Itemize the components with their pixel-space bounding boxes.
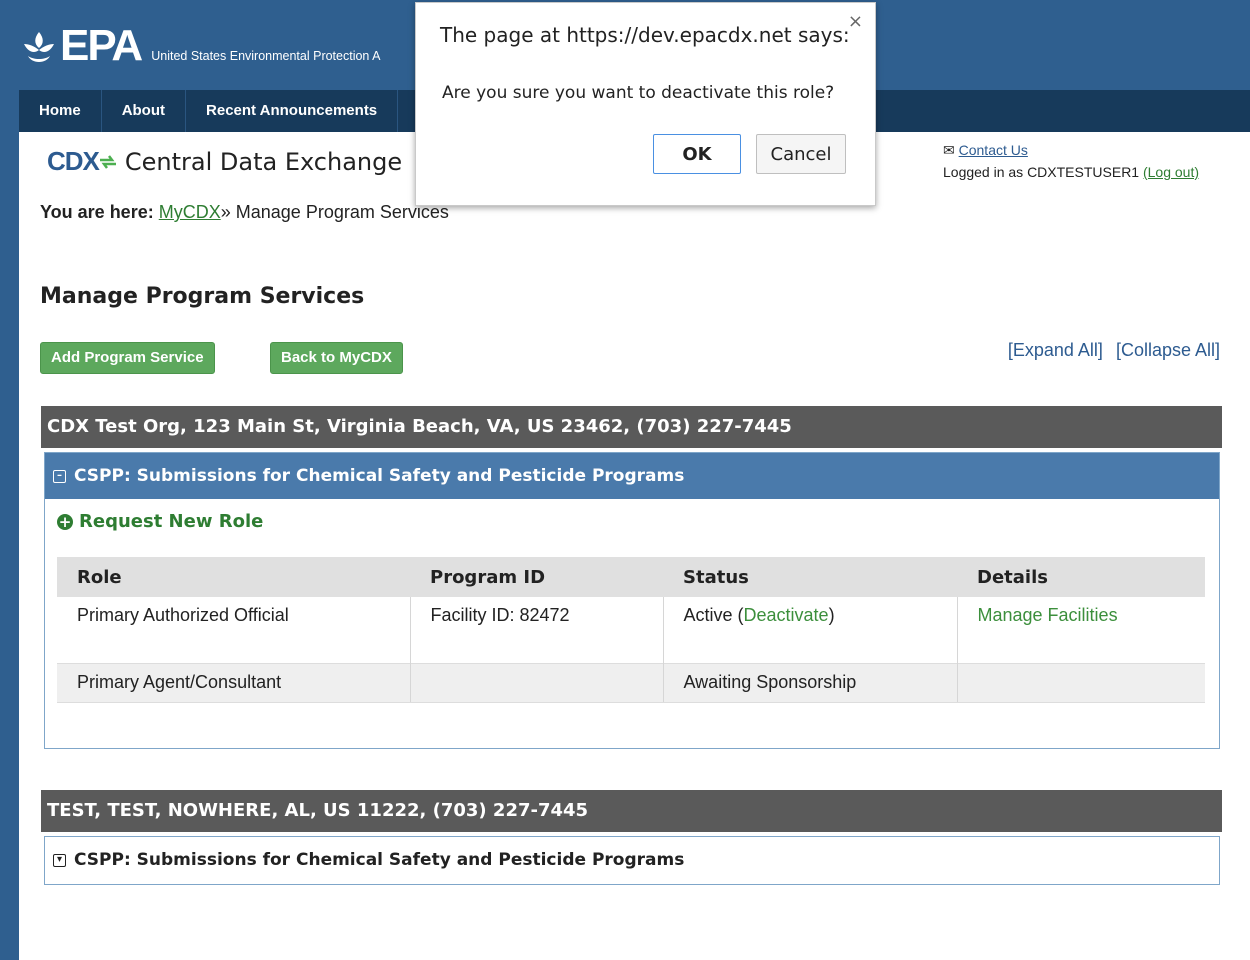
dialog-message: Are you sure you want to deactivate this… (442, 83, 835, 103)
epa-logo[interactable]: EPA United States Environmental Protecti… (22, 21, 381, 70)
expand-icon[interactable]: ▾ (53, 853, 66, 867)
cdx-logo: CDX (47, 146, 100, 176)
org-header: TEST, TEST, NOWHERE, AL, US 11222, (703)… (41, 790, 1222, 832)
cancel-button[interactable]: Cancel (756, 134, 846, 174)
program-panel: ▾ CSPP: Submissions for Chemical Safety … (44, 836, 1220, 885)
table-header-row: Role Program ID Status Details (57, 557, 1205, 597)
close-icon[interactable]: × (848, 11, 863, 32)
org-header: CDX Test Org, 123 Main St, Virginia Beac… (41, 406, 1222, 448)
nav-item-recent-announcements[interactable]: Recent Announcements (186, 90, 399, 132)
column-header-status: Status (663, 557, 957, 597)
role-cell: Primary Agent/Consultant (57, 663, 411, 703)
page-title: Manage Program Services (40, 284, 365, 309)
status-cell: Active (Deactivate) (663, 597, 958, 664)
request-new-role-link[interactable]: + Request New Role (57, 511, 263, 532)
dialog-title: The page at https://dev.epacdx.net says: (440, 23, 850, 47)
column-header-details: Details (957, 557, 1205, 597)
expand-collapse-links: [Expand All] [Collapse All] (1000, 340, 1220, 361)
login-status: Logged in as CDXTESTUSER1 (Log out) (943, 164, 1199, 180)
nav-item-home[interactable]: Home (19, 90, 102, 132)
expand-all-link[interactable]: [Expand All] (1008, 340, 1103, 360)
program-id-cell (410, 663, 664, 703)
program-name: CSPP: Submissions for Chemical Safety an… (74, 850, 685, 870)
program-panel-header[interactable]: ▾ CSPP: Submissions for Chemical Safety … (45, 837, 1219, 883)
program-panel-header[interactable]: – CSPP: Submissions for Chemical Safety … (45, 453, 1219, 499)
status-text: Active ( (683, 605, 744, 625)
program-panel: – CSPP: Submissions for Chemical Safety … (44, 452, 1220, 749)
deactivate-link[interactable]: Deactivate (744, 605, 829, 625)
table-row: Primary Agent/Consultant Awaiting Sponso… (57, 663, 1205, 703)
collapse-icon[interactable]: – (53, 469, 66, 483)
site-title: Central Data Exchange (124, 147, 403, 176)
collapse-all-link[interactable]: [Collapse All] (1116, 340, 1220, 360)
nav-item-about[interactable]: About (102, 90, 187, 132)
logged-in-text: Logged in as CDXTESTUSER1 (943, 164, 1140, 180)
table-row: Primary Authorized Official Facility ID:… (57, 597, 1205, 664)
contact-us-link[interactable]: Contact Us (959, 142, 1028, 158)
logo-subtitle: United States Environmental Protection A (151, 49, 381, 63)
status-suffix: ) (828, 605, 835, 625)
details-cell: Manage Facilities (957, 597, 1205, 664)
back-to-mycdx-button[interactable]: Back to MyCDX (270, 342, 403, 374)
roles-table: Role Program ID Status Details Primary A… (57, 557, 1205, 703)
column-header-role: Role (57, 557, 410, 597)
add-program-service-button[interactable]: Add Program Service (40, 342, 215, 374)
logout-link[interactable]: (Log out) (1143, 164, 1199, 180)
breadcrumb-separator: » (220, 202, 231, 222)
contact-us[interactable]: ✉ Contact Us (943, 142, 1028, 159)
program-name: CSPP: Submissions for Chemical Safety an… (74, 466, 685, 486)
confirm-dialog: The page at https://dev.epacdx.net says:… (415, 2, 876, 206)
role-cell: Primary Authorized Official (57, 597, 411, 664)
details-cell (957, 663, 1205, 703)
epa-flower-icon (24, 32, 54, 62)
cdx-brand: CDX Central Data Exchange (47, 146, 402, 177)
exchange-arrows-icon (99, 154, 116, 169)
plus-circle-icon: + (57, 512, 73, 531)
breadcrumb: You are here: MyCDX» Manage Program Serv… (40, 202, 449, 223)
breadcrumb-mycdx-link[interactable]: MyCDX (159, 202, 221, 222)
breadcrumb-label: You are here: (40, 202, 154, 222)
envelope-icon: ✉ (943, 142, 955, 158)
logo-text: EPA (60, 21, 143, 70)
column-header-program-id: Program ID (410, 557, 663, 597)
page-content: CDX Central Data Exchange ✉ Contact Us L… (19, 132, 1250, 960)
program-id-cell: Facility ID: 82472 (410, 597, 664, 664)
status-cell: Awaiting Sponsorship (663, 663, 958, 703)
ok-button[interactable]: OK (653, 134, 741, 174)
request-new-role-label: Request New Role (79, 511, 264, 532)
manage-facilities-link[interactable]: Manage Facilities (978, 605, 1118, 625)
